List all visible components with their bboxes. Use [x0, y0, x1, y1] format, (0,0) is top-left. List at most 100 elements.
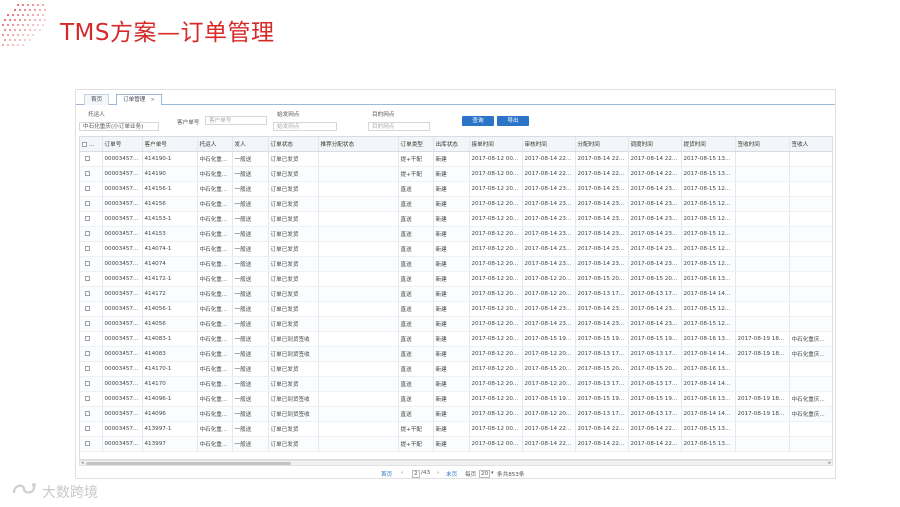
table-cell: 订单已到货签收 [268, 346, 319, 362]
next-page-icon[interactable]: › [437, 470, 439, 476]
row-checkbox[interactable] [85, 155, 90, 161]
column-header[interactable]: 接单时间 [469, 137, 523, 152]
table-cell: 2017-08-14 22... [522, 421, 576, 437]
scroll-left-arrow-icon[interactable]: ◂ [81, 460, 84, 466]
table-row[interactable]: 0000345782 414170 中石化重... 一般送 订单已发货 直送 新建 2017-… [80, 376, 832, 392]
table-row[interactable]: 0000345784 414083 中石化重... 一般送 订单已到货签收 直送 新建 201… [80, 346, 832, 362]
origin-input[interactable]: 始发网点 [273, 122, 337, 131]
table-cell: 2017-08-16 13... [681, 361, 736, 377]
table-row[interactable]: 0000345785 414083-1 中石化重... 一般送 订单已到货签收 直送 新建 2… [80, 331, 832, 347]
logo-dot [12, 34, 15, 37]
row-checkbox[interactable] [85, 245, 90, 251]
table-row[interactable]: 0000345793 414153-1 中石化重... 一般送 订单已发货 直送 新建 201… [80, 211, 832, 227]
column-header[interactable]: 分配时间 [575, 137, 629, 152]
table-row[interactable]: 0000345794 414156 中石化重... 一般送 订单已发货 直送 新建 2017-… [80, 196, 832, 212]
column-header[interactable]: 客户单号 [142, 137, 198, 152]
row-checkbox[interactable] [85, 215, 90, 221]
column-header[interactable]: 签收时间 [735, 137, 790, 152]
table-cell: 直送 [398, 316, 434, 332]
column-header[interactable]: 出库状态 [433, 137, 470, 152]
row-checkbox[interactable] [85, 260, 90, 266]
row-checkbox[interactable] [85, 395, 90, 401]
row-checkbox[interactable] [85, 320, 90, 326]
export-button[interactable]: 导出 [497, 116, 529, 126]
column-header[interactable]: 推荐分配状态 [318, 137, 399, 152]
table-cell: 提+干配 [398, 166, 434, 182]
per-page-dropdown-icon[interactable]: ▾ [491, 470, 494, 476]
table-cell [318, 166, 399, 182]
table-cell: 2017-08-15 19... [575, 331, 629, 347]
table-cell: 一般送 [232, 166, 269, 182]
column-header[interactable]: 提货时间 [681, 137, 736, 152]
table-cell: 2017-08-14 23... [628, 301, 682, 317]
table-row[interactable]: 0000345788 414172 中石化重... 一般送 订单已发货 直送 新建 2017-… [80, 286, 832, 302]
column-header[interactable]: 签收人 [789, 137, 832, 152]
row-checkbox[interactable] [85, 275, 90, 281]
column-header[interactable]: 托运人 [197, 137, 233, 152]
table-row[interactable]: 0000345786 414056 中石化重... 一般送 订单已发货 直送 新建 2017-… [80, 316, 832, 332]
table-cell [318, 286, 399, 302]
first-page-link[interactable]: 首页 [381, 470, 392, 478]
table-row[interactable]: 0000345779 413997-1 中石化重... 一般送 订单已发货 提+干配 新建 2… [80, 421, 832, 437]
tab-close-icon[interactable]: × [150, 97, 155, 103]
row-checkbox[interactable] [85, 170, 90, 176]
table-row[interactable]: 0000345792 414153 中石化重... 一般送 订单已发货 直送 新建 2017-… [80, 226, 832, 242]
dest-input[interactable]: 目的网点 [368, 122, 430, 131]
table-row[interactable]: 0000345778 413997 中石化重... 一般送 订单已发货 提+干配 新建 201… [80, 436, 832, 452]
table-row[interactable]: 0000345787 414056-1 中石化重... 一般送 订单已发货 直送 新建 201… [80, 301, 832, 317]
last-page-link[interactable]: 末页 [446, 470, 457, 478]
table-cell: 2017-08-14 22... [575, 151, 629, 167]
logo-dot [12, 14, 15, 17]
prev-page-icon[interactable]: ‹ [401, 470, 403, 476]
row-checkbox[interactable] [85, 410, 90, 416]
logo-dot [7, 44, 10, 47]
row-checkbox[interactable] [85, 305, 90, 311]
row-checkbox[interactable] [85, 335, 90, 341]
consignor-select[interactable]: 中石化重庆(小订单业务) [79, 122, 159, 131]
row-checkbox[interactable] [85, 290, 90, 296]
row-checkbox[interactable] [85, 200, 90, 206]
table-cell: 2017-08-14 23... [522, 316, 576, 332]
customer-no-input[interactable]: 客户单号 [205, 116, 267, 125]
table-row[interactable]: 0000345789 414172-1 中石化重... 一般送 订单已发货 直送 新建 201… [80, 271, 832, 287]
column-header[interactable]: 订单状态 [268, 137, 319, 152]
column-header[interactable]: 调度时间 [628, 137, 682, 152]
table-row[interactable]: 0000345797 414190 中石化重... 一般送 订单已发货 提+干配 新建 201… [80, 166, 832, 182]
scrollbar-thumb[interactable] [86, 462, 291, 465]
column-header[interactable]: 审核时间 [522, 137, 576, 152]
table-row[interactable]: 0000345780 414096 中石化重... 一般送 订单已到货签收 直送 新建 201… [80, 406, 832, 422]
table-cell: 直送 [398, 331, 434, 347]
table-row[interactable]: 0000345790 414074 中石化重... 一般送 订单已发货 直送 新建 2017-… [80, 256, 832, 272]
column-header[interactable]: 订单类型 [398, 137, 434, 152]
table-row[interactable]: 0000345798 414190-1 中石化重... 一般送 订单已发货 提+干配 新建 2… [80, 151, 832, 167]
table-row[interactable]: 0000345791 414074-1 中石化重... 一般送 订单已发货 直送 新建 201… [80, 241, 832, 257]
column-header[interactable]: 发人 [232, 137, 269, 152]
row-checkbox[interactable] [85, 230, 90, 236]
current-page-input[interactable]: 2 [412, 470, 420, 478]
scroll-right-arrow-icon[interactable]: ▸ [828, 460, 831, 466]
table-cell: 2017-08-13 17... [628, 286, 682, 302]
row-checkbox[interactable] [85, 440, 90, 446]
row-checkbox[interactable] [85, 185, 90, 191]
table-row[interactable]: 0000345783 414170-1 中石化重... 一般送 订单已发货 直送 新建 201… [80, 361, 832, 377]
row-checkbox[interactable] [85, 425, 90, 431]
per-page-select[interactable]: 20 [479, 470, 491, 478]
logo-dot [42, 4, 45, 7]
row-checkbox[interactable] [85, 365, 90, 371]
query-button[interactable]: 查询 [462, 116, 494, 126]
row-checkbox[interactable] [85, 380, 90, 386]
table-cell: 提+干配 [398, 436, 434, 452]
table-cell: 2017-08-14 23... [575, 301, 629, 317]
table-cell: 一般送 [232, 256, 269, 272]
tab-home[interactable]: 首页 [84, 94, 110, 105]
table-cell: 中石化重... [197, 181, 233, 197]
row-select-cell [80, 181, 103, 197]
horizontal-scrollbar[interactable]: ◂ ▸ [79, 460, 833, 466]
column-header[interactable]: 订单号 [102, 137, 143, 152]
table-row[interactable]: 0000345796 414156-1 中石化重... 一般送 订单已发货 直送 新建 201… [80, 181, 832, 197]
select-all-checkbox[interactable] [82, 141, 87, 147]
table-row[interactable]: 0000345781 414096-1 中石化重... 一般送 订单已到货签收 直送 新建 2… [80, 391, 832, 407]
tab-order-management[interactable]: 订单管理 × [116, 94, 163, 105]
row-checkbox[interactable] [85, 350, 90, 356]
column-header[interactable]: 全选 [80, 137, 103, 152]
